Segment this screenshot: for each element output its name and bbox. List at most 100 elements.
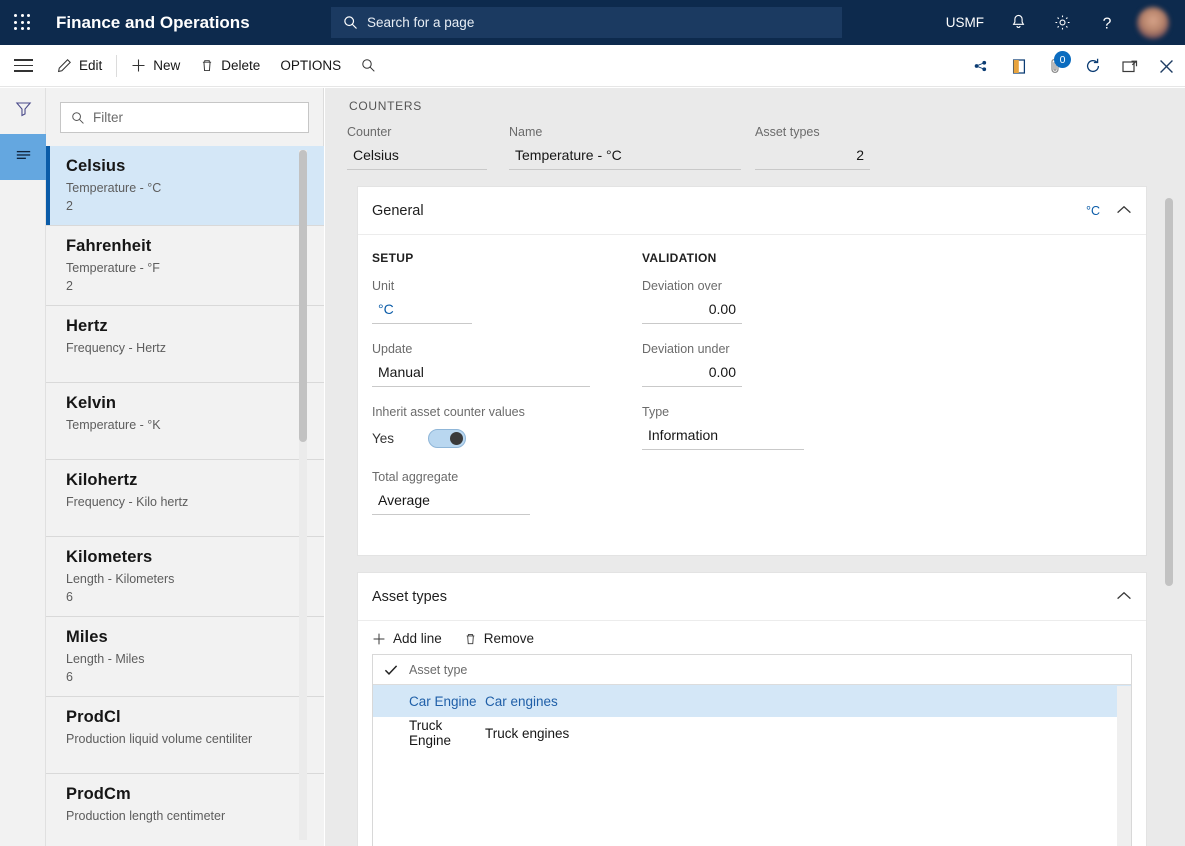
- asset-types-count-value[interactable]: 2: [755, 145, 870, 170]
- avatar[interactable]: [1137, 6, 1169, 39]
- new-button-label: New: [153, 58, 181, 73]
- update-value[interactable]: Manual: [372, 361, 590, 387]
- asset-types-section: Asset types Add line Remove Asset type C…: [357, 572, 1147, 846]
- global-search-placeholder: Search for a page: [367, 15, 475, 30]
- remove-button[interactable]: Remove: [464, 631, 534, 646]
- name-field-label: Name: [509, 125, 543, 139]
- refresh-icon[interactable]: [1074, 45, 1111, 87]
- asset-types-section-title: Asset types: [372, 588, 447, 605]
- grid-column-header-asset-type[interactable]: Asset type: [409, 663, 467, 677]
- notifications-button[interactable]: [997, 0, 1040, 45]
- list-item-title: Kelvin: [66, 394, 117, 412]
- list-pane-button[interactable]: [0, 134, 46, 180]
- row-asset-type-description[interactable]: Car engines: [485, 694, 558, 709]
- list-item-title: ProdCl: [66, 708, 121, 726]
- validation-column: VALIDATION Deviation over 0.00 Deviation…: [642, 251, 912, 533]
- general-section-header[interactable]: General °C: [358, 187, 1146, 235]
- list-item-title: Fahrenheit: [66, 237, 152, 255]
- deviation-over-value[interactable]: 0.00: [642, 298, 742, 324]
- page-title: COUNTERS: [349, 99, 422, 113]
- filter-pane-button[interactable]: [0, 88, 46, 134]
- name-field-value[interactable]: Temperature - °C: [509, 145, 741, 170]
- list-item-subtitle: Temperature - °K: [66, 418, 161, 432]
- filter-input[interactable]: Filter: [60, 102, 309, 133]
- row-asset-type-code[interactable]: Car Engine: [373, 694, 485, 709]
- general-section: General °C SETUP Unit °C Update Manual I…: [357, 186, 1147, 556]
- options-button-label: OPTIONS: [280, 58, 342, 73]
- list-item-count: 6: [66, 590, 73, 604]
- new-button[interactable]: New: [121, 51, 190, 81]
- unit-value[interactable]: °C: [372, 298, 472, 324]
- list-item-subtitle: Temperature - °F: [66, 261, 160, 275]
- edit-button[interactable]: Edit: [47, 51, 112, 81]
- row-asset-type-code[interactable]: Truck Engine: [373, 718, 485, 748]
- global-search-input[interactable]: Search for a page: [331, 7, 842, 38]
- list-item-title: ProdCm: [66, 785, 131, 803]
- delete-button[interactable]: Delete: [190, 51, 270, 81]
- list-item[interactable]: Hertz Frequency - Hertz: [46, 306, 324, 383]
- main-content: COUNTERS Counter Celsius Name Temperatur…: [325, 88, 1185, 846]
- attachments-icon[interactable]: 0: [1037, 45, 1074, 87]
- total-aggregate-value[interactable]: Average: [372, 489, 530, 515]
- options-button[interactable]: OPTIONS: [270, 51, 351, 81]
- grid-toolbar: Add line Remove: [358, 621, 1146, 654]
- list-scrollbar-thumb[interactable]: [299, 150, 307, 442]
- share-icon[interactable]: [963, 45, 1000, 87]
- type-field: Type Information: [642, 405, 912, 450]
- deviation-under-value[interactable]: 0.00: [642, 361, 742, 387]
- unit-field: Unit °C: [372, 279, 642, 324]
- list-lines-icon: [13, 144, 34, 170]
- grid-scrollbar-track[interactable]: [1117, 686, 1131, 846]
- table-row[interactable]: Car Engine Car engines: [373, 685, 1131, 717]
- app-launcher-icon[interactable]: [0, 0, 45, 45]
- type-value[interactable]: Information: [642, 424, 804, 450]
- chevron-up-icon[interactable]: [1116, 202, 1132, 220]
- help-icon[interactable]: ?: [1085, 0, 1129, 45]
- add-line-button[interactable]: Add line: [372, 631, 442, 646]
- list-item[interactable]: ProdCl Production liquid volume centilit…: [46, 697, 324, 774]
- list-item-subtitle: Length - Kilometers: [66, 572, 175, 586]
- close-icon[interactable]: [1148, 45, 1185, 87]
- inherit-label: Inherit asset counter values: [372, 405, 525, 419]
- counter-field-label: Counter: [347, 125, 392, 139]
- inherit-toggle[interactable]: [428, 428, 466, 448]
- table-row[interactable]: Truck Engine Truck engines: [373, 717, 1131, 749]
- asset-types-grid: Asset type Car Engine Car engines Truck …: [372, 654, 1132, 846]
- update-field: Update Manual: [372, 342, 642, 387]
- edit-button-label: Edit: [79, 58, 103, 73]
- list-item[interactable]: Kilohertz Frequency - Kilo hertz: [46, 460, 324, 537]
- main-scrollbar-track[interactable]: [1165, 198, 1173, 838]
- toggle-knob: [450, 431, 463, 445]
- deviation-under-field: Deviation under 0.00: [642, 342, 912, 387]
- search-icon: [343, 15, 358, 30]
- list-item[interactable]: Kilometers Length - Kilometers 6: [46, 537, 324, 617]
- general-section-title: General: [372, 202, 424, 219]
- navigation-pane-toggle[interactable]: [0, 45, 47, 87]
- list-item[interactable]: Celsius Temperature - °C 2: [46, 146, 324, 226]
- records-list-pane: Filter Celsius Temperature - °C 2 Fahren…: [46, 88, 324, 846]
- list-item[interactable]: Miles Length - Miles 6: [46, 617, 324, 697]
- main-scrollbar-thumb[interactable]: [1165, 198, 1173, 586]
- inherit-toggle-value: Yes: [372, 430, 395, 446]
- filter-area: Filter: [46, 88, 323, 143]
- settings-gear-icon[interactable]: [1040, 0, 1085, 45]
- counter-field-value[interactable]: Celsius: [347, 145, 487, 170]
- list-item-subtitle: Production liquid volume centiliter: [66, 732, 253, 746]
- open-in-new-window-icon[interactable]: [1000, 45, 1037, 87]
- top-nav-actions: USMF ?: [933, 0, 1185, 45]
- row-asset-type-description[interactable]: Truck engines: [485, 726, 569, 741]
- list-item[interactable]: Kelvin Temperature - °K: [46, 383, 324, 460]
- list-scrollbar-track[interactable]: [299, 150, 307, 840]
- list-item[interactable]: Fahrenheit Temperature - °F 2: [46, 226, 324, 306]
- counter-field: Counter Celsius: [347, 125, 487, 170]
- find-button[interactable]: [351, 51, 393, 81]
- asset-types-section-header[interactable]: Asset types: [358, 573, 1146, 621]
- popout-icon[interactable]: [1111, 45, 1148, 87]
- select-all-checkmark-icon[interactable]: [373, 664, 409, 676]
- list-item[interactable]: ProdCm Production length centimeter: [46, 774, 324, 846]
- list-item-subtitle: Frequency - Kilo hertz: [66, 495, 189, 509]
- company-selector[interactable]: USMF: [933, 0, 997, 45]
- chevron-up-icon[interactable]: [1116, 588, 1132, 606]
- funnel-icon: [14, 99, 33, 123]
- top-navigation-bar: Finance and Operations Search for a page…: [0, 0, 1185, 45]
